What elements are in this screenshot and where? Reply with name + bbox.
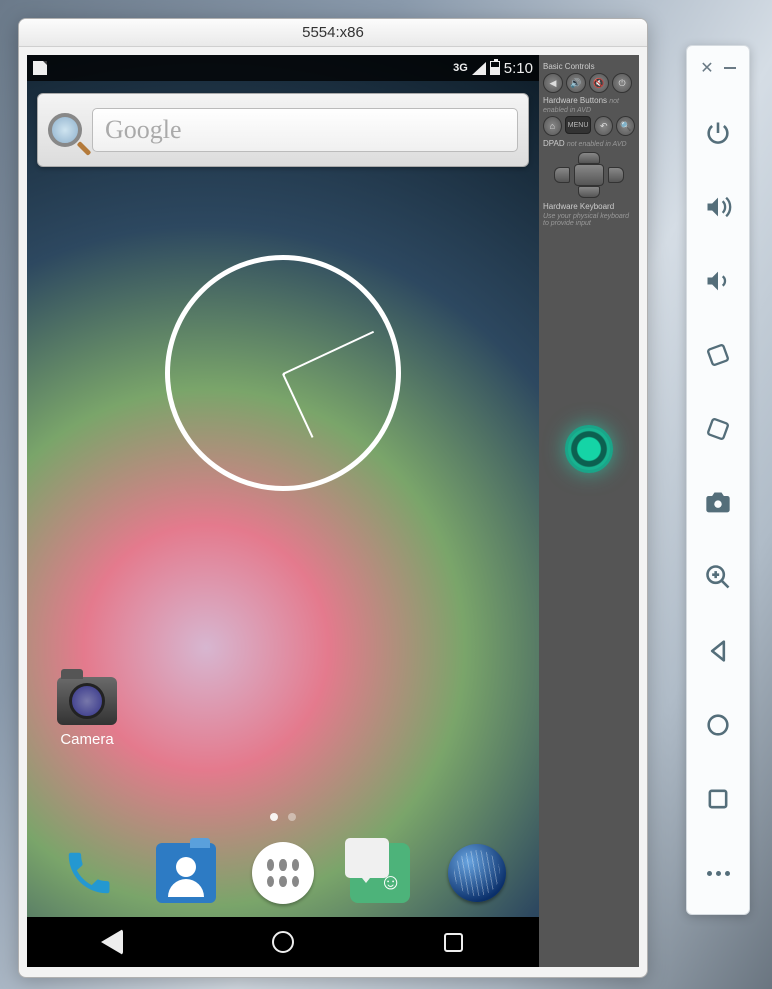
kbd-label: Hardware Keyboard [543,202,635,211]
basic-controls-label: Basic Controls [543,62,635,71]
nav-home[interactable] [268,927,298,957]
dock-phone[interactable] [57,841,121,905]
old-home-button[interactable]: ⌂ [543,116,562,136]
dpad-up[interactable] [578,152,600,164]
nav-overview[interactable] [439,927,469,957]
rotate-left-button[interactable] [686,318,750,392]
hw-buttons-label: Hardware Buttons [543,96,607,105]
sensor-orb[interactable] [565,425,613,473]
nav-bar [27,917,539,967]
dpad-left[interactable] [554,167,570,183]
dock-browser[interactable] [445,841,509,905]
old-vol-mute-button[interactable]: 🔇 [589,73,609,93]
minimize-button[interactable] [724,67,736,69]
search-placeholder: Google [105,115,182,145]
toolbar-home-button[interactable] [686,688,750,762]
camera-app[interactable]: Camera [57,677,117,748]
dpad-down[interactable] [578,186,600,198]
dock-messaging[interactable]: ☺ [348,841,412,905]
volume-down-button[interactable] [686,244,750,318]
power-button[interactable] [686,96,750,170]
clock-time: 5:10 [504,60,533,77]
signal-icon [472,62,486,75]
dpad[interactable] [554,152,624,198]
rotate-right-button[interactable] [686,392,750,466]
dpad-center[interactable] [574,164,604,186]
device-screen[interactable]: 3G 5:10 Google [27,55,539,967]
volume-up-button[interactable] [686,170,750,244]
window-title: 5554:x86 [302,24,364,41]
old-menu-button[interactable]: MENU [565,116,592,134]
nav-back[interactable] [97,927,127,957]
zoom-button[interactable] [686,540,750,614]
clock-widget[interactable] [165,255,401,491]
old-power-button[interactable]: ⏻ [612,73,632,93]
battery-icon [490,61,500,75]
old-vol-up-button[interactable]: 🔊 [566,73,586,93]
close-button[interactable]: ✕ [700,58,713,78]
emulator-window: 5554:x86 3G 5:10 Google [18,18,648,978]
camera-label: Camera [57,731,117,748]
more-button[interactable] [686,836,750,910]
search-input[interactable]: Google [92,108,518,152]
search-icon[interactable] [48,113,82,147]
page-indicator[interactable] [270,813,296,821]
old-search-button[interactable]: 🔍 [616,116,635,136]
dpad-note: not enabled in AVD [567,141,627,148]
dock-contacts[interactable] [154,841,218,905]
kbd-note: Use your physical keyboard to provide in… [543,213,635,227]
status-bar[interactable]: 3G 5:10 [27,55,539,81]
camera-icon [57,677,117,725]
dpad-right[interactable] [608,167,624,183]
dock: ☺ [27,829,539,917]
old-emulator-panel: Basic Controls ◀ 🔊 🔇 ⏻ Hardware Buttons … [539,55,639,967]
emulator-toolbar: ✕ [686,45,750,915]
dpad-label: DPAD [543,139,565,148]
window-titlebar[interactable]: 5554:x86 [19,19,647,47]
old-vol-down-button[interactable]: ◀ [543,73,563,93]
old-back-button[interactable]: ↶ [594,116,613,136]
network-label: 3G [453,62,468,74]
dock-all-apps[interactable] [251,841,315,905]
toolbar-back-button[interactable] [686,614,750,688]
toolbar-overview-button[interactable] [686,762,750,836]
google-search-widget[interactable]: Google [37,93,529,167]
sd-card-icon [33,61,47,75]
screenshot-button[interactable] [686,466,750,540]
